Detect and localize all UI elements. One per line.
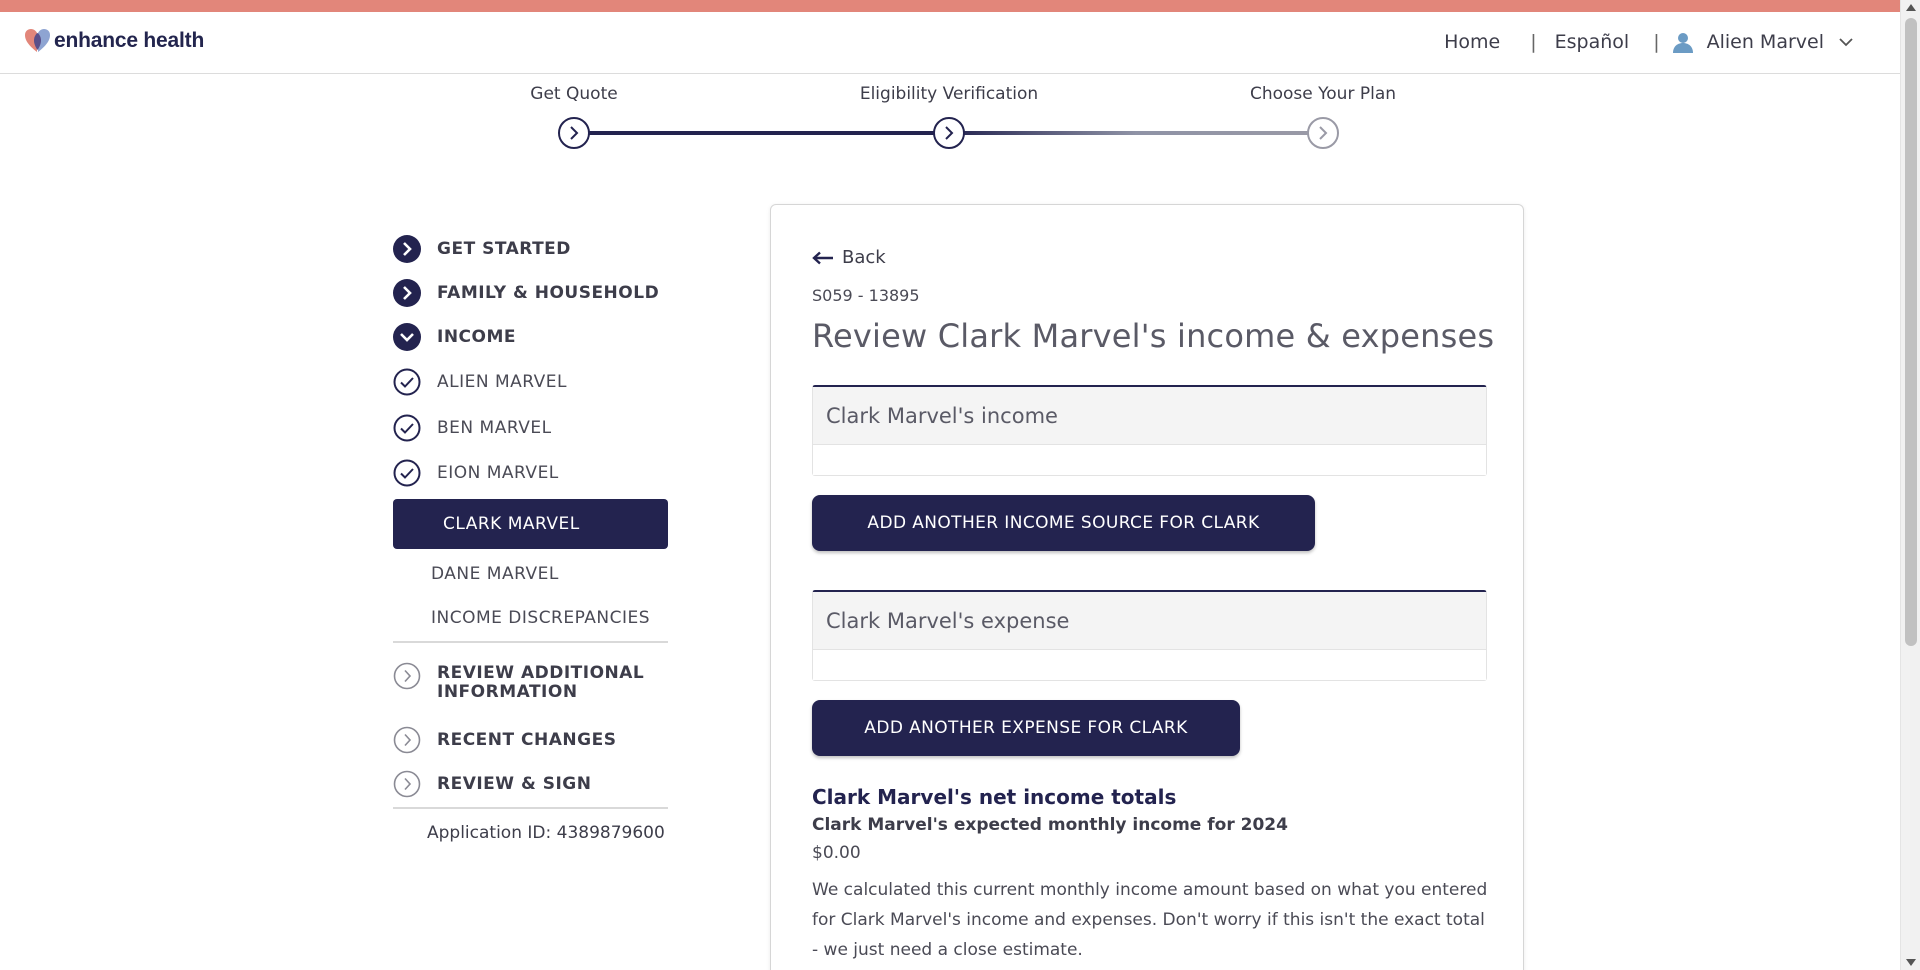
brand-stripe <box>0 0 1900 12</box>
page-title: Review Clark Marvel's income & expenses <box>812 317 1495 355</box>
arrow-left-icon <box>812 251 833 264</box>
top-nav: Home | Español | Alien Marvel <box>1444 31 1854 53</box>
check-circle-icon <box>393 459 421 487</box>
step-choose-plan-marker <box>1307 117 1339 149</box>
sidebar-divider <box>393 641 668 643</box>
step-connector-upcoming <box>949 131 1323 135</box>
scroll-up-arrow-icon[interactable] <box>1906 4 1916 11</box>
income-panel: Clark Marvel's income <box>812 385 1487 476</box>
sidebar-item-dane-marvel[interactable]: DANE MARVEL <box>393 562 668 586</box>
sidebar-item-label: DANE MARVEL <box>431 564 559 584</box>
page-scrollbar[interactable] <box>1900 0 1920 970</box>
back-link[interactable]: Back <box>812 247 886 268</box>
sidebar-item-alien-marvel[interactable]: ALIEN MARVEL <box>393 368 668 396</box>
chevron-right-outline-icon <box>393 662 421 690</box>
step-label-choose-plan: Choose Your Plan <box>1249 84 1397 104</box>
sidebar-item-income[interactable]: INCOME <box>393 323 668 351</box>
nav-separator: | <box>1653 31 1660 53</box>
chevron-right-outline-icon <box>393 726 421 754</box>
application-id: Application ID: 4389879600 <box>427 823 665 843</box>
chevron-right-outline-icon <box>393 770 421 798</box>
sidebar-item-recent-changes[interactable]: RECENT CHANGES <box>393 726 668 754</box>
sidebar-item-label: INCOME DISCREPANCIES <box>431 608 651 628</box>
expense-panel-body <box>813 650 1486 680</box>
sidebar-item-ben-marvel[interactable]: BEN MARVEL <box>393 414 668 442</box>
sidebar-divider <box>393 807 668 809</box>
chevron-right-icon <box>1319 126 1328 140</box>
chevron-right-icon <box>570 126 579 140</box>
sidebar-item-label: REVIEW ADDITIONAL INFORMATION <box>437 664 644 702</box>
nav-home-link[interactable]: Home <box>1444 31 1500 53</box>
sidebar-item-label: REVIEW & SIGN <box>437 774 592 794</box>
income-panel-title: Clark Marvel's income <box>813 387 1486 445</box>
sidebar-item-label-line1: REVIEW ADDITIONAL <box>437 663 645 683</box>
user-menu-name[interactable]: Alien Marvel <box>1707 31 1824 53</box>
income-review-card: Back S059 - 13895 Review Clark Marvel's … <box>770 204 1524 970</box>
brand-name: enhance health <box>54 29 205 52</box>
sidebar-item-label: INCOME <box>437 327 517 347</box>
chevron-down-icon[interactable] <box>1838 37 1854 47</box>
site-header: enhance health Home | Español | Alien Ma… <box>0 12 1900 74</box>
chevron-down-filled-icon <box>393 323 421 351</box>
add-expense-button[interactable]: ADD ANOTHER EXPENSE FOR CLARK <box>812 700 1240 756</box>
sidebar-item-review-additional-information[interactable]: REVIEW ADDITIONAL INFORMATION <box>393 662 668 702</box>
nav-language-link[interactable]: Español <box>1555 31 1630 53</box>
expense-panel-title: Clark Marvel's expense <box>813 592 1486 650</box>
user-icon <box>1672 33 1693 53</box>
add-income-source-button[interactable]: ADD ANOTHER INCOME SOURCE FOR CLARK <box>812 495 1315 551</box>
expected-monthly-income-label: Clark Marvel's expected monthly income f… <box>812 815 1288 835</box>
chevron-right-filled-icon <box>393 235 421 263</box>
sidebar-item-label: BEN MARVEL <box>437 418 552 438</box>
brand-logo[interactable]: enhance health <box>24 28 204 54</box>
sidebar-item-label: EION MARVEL <box>437 463 559 483</box>
income-panel-body <box>813 445 1486 475</box>
step-connector-complete <box>574 131 949 135</box>
sidebar-item-label: FAMILY & HOUSEHOLD <box>437 283 660 303</box>
sidebar-item-label-line2: INFORMATION <box>437 682 578 702</box>
nav-separator: | <box>1530 31 1537 53</box>
check-circle-icon <box>393 414 421 442</box>
sidebar-item-label: ALIEN MARVEL <box>437 372 567 392</box>
net-income-totals-heading: Clark Marvel's net income totals <box>812 785 1177 809</box>
scroll-down-arrow-icon[interactable] <box>1906 959 1916 966</box>
chevron-right-filled-icon <box>393 279 421 307</box>
scroll-thumb[interactable] <box>1905 18 1917 646</box>
sidebar-item-eion-marvel[interactable]: EION MARVEL <box>393 459 668 487</box>
sidebar-item-label: GET STARTED <box>437 239 571 259</box>
sidebar-item-review-sign[interactable]: REVIEW & SIGN <box>393 770 668 798</box>
income-calculation-note: We calculated this current monthly incom… <box>812 880 1488 960</box>
chevron-right-icon <box>945 126 954 140</box>
back-label: Back <box>842 247 886 268</box>
sidebar-item-label: CLARK MARVEL <box>443 514 580 534</box>
expected-monthly-income-amount: $0.00 <box>812 843 861 863</box>
form-code: S059 - 13895 <box>812 286 920 305</box>
check-circle-icon <box>393 368 421 396</box>
sidebar-item-get-started[interactable]: GET STARTED <box>393 235 668 263</box>
step-label-eligibility: Eligibility Verification <box>859 84 1039 104</box>
expense-panel: Clark Marvel's expense <box>812 590 1487 681</box>
step-label-get-quote: Get Quote <box>530 84 618 104</box>
heart-logo-icon <box>25 29 50 52</box>
sidebar-item-label: RECENT CHANGES <box>437 730 617 750</box>
sidebar-item-income-discrepancies[interactable]: INCOME DISCREPANCIES <box>393 606 668 630</box>
step-get-quote-marker[interactable] <box>558 117 590 149</box>
step-eligibility-marker[interactable] <box>933 117 965 149</box>
sidebar-item-clark-marvel[interactable]: CLARK MARVEL <box>393 499 668 549</box>
sidebar-item-family-household[interactable]: FAMILY & HOUSEHOLD <box>393 279 668 307</box>
